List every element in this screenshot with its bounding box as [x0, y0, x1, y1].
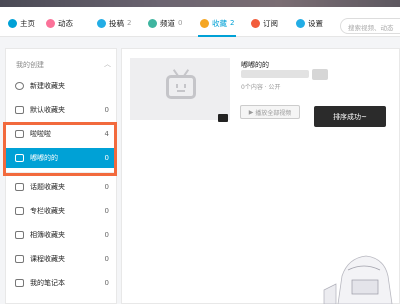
folder-title: 嘟嘟的的	[241, 61, 269, 69]
sidebar-item-topics[interactable]: 话题收藏夹 0	[6, 177, 117, 197]
folder-icon	[15, 231, 24, 239]
tab-favorites[interactable]: 收藏 2	[200, 16, 234, 30]
new-folder-button[interactable]: 新建收藏夹	[6, 76, 117, 96]
play-all-button[interactable]: ▶ 播放全部视频	[240, 105, 300, 119]
section-title: 我的创建	[16, 61, 44, 69]
tab-settings[interactable]: 设置	[296, 16, 323, 30]
sidebar-item-courses[interactable]: 课程收藏夹 0	[6, 249, 117, 269]
folder-icon	[15, 183, 24, 191]
tab-subscriptions[interactable]: 订阅	[251, 16, 278, 30]
folder-icon	[15, 106, 24, 114]
tab-channels[interactable]: 频道 0	[148, 16, 182, 30]
channel-icon	[148, 18, 157, 28]
folder-cover	[130, 58, 230, 122]
sidebar-item-articles[interactable]: 专栏收藏夹 0	[6, 201, 117, 221]
folder-icon	[15, 255, 24, 263]
upload-icon	[97, 18, 106, 28]
folder-icon	[15, 207, 24, 215]
tab-uploads[interactable]: 投稿 2	[97, 16, 131, 30]
sidebar-item-albums[interactable]: 相簿收藏夹 0	[6, 225, 117, 245]
sidebar-item-default[interactable]: 默认收藏夹 0	[6, 100, 117, 120]
folder-icon	[15, 279, 24, 287]
chevron-up-icon[interactable]: ︿	[104, 59, 111, 69]
sidebar-item-notes[interactable]: 我的笔记本 0	[6, 273, 117, 293]
heart-icon	[251, 18, 260, 28]
annotation-highlight-box	[3, 122, 117, 176]
top-banner	[0, 0, 400, 7]
active-tab-indicator	[198, 35, 236, 37]
plus-icon	[15, 82, 24, 90]
dynamic-icon	[46, 18, 55, 28]
tab-dynamic[interactable]: 动态	[46, 16, 73, 30]
tv-icon	[166, 75, 196, 99]
search-input[interactable]: 搜索视频、动态	[340, 18, 400, 34]
space-nav: 主页 动态 投稿 2 频道 0 收藏 2 订阅 设置 搜索视频、动态	[0, 7, 400, 37]
blurred-avatar	[312, 69, 328, 80]
tab-home[interactable]: 主页	[8, 16, 35, 30]
blurred-info	[241, 70, 309, 78]
mascot-illustration	[323, 255, 393, 304]
gear-icon	[296, 18, 305, 28]
home-icon	[8, 18, 17, 28]
folder-meta: 0个内容 · 公开	[241, 84, 281, 91]
toast-message: 排序成功~	[314, 106, 386, 127]
lock-icon	[218, 114, 228, 122]
star-icon	[200, 18, 209, 28]
favorites-sidebar: 我的创建 ︿ 新建收藏夹 默认收藏夹 0 啦啦啦 4 嘟嘟的的 0 话题收藏夹 …	[5, 48, 117, 304]
